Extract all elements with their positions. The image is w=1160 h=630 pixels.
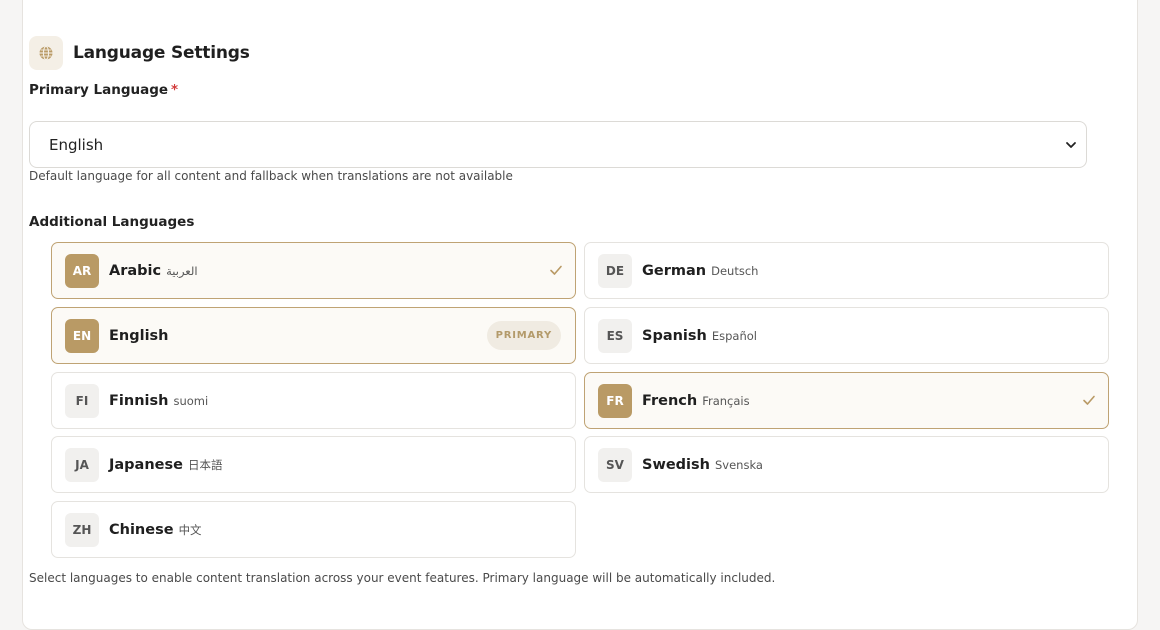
language-name: Swedish <box>642 456 710 473</box>
language-option-finnish[interactable]: FI Finnish suomi <box>51 372 576 429</box>
check-icon <box>550 265 562 275</box>
language-native-name: suomi <box>173 393 209 408</box>
language-option-arabic[interactable]: AR Arabic العربية <box>51 242 576 299</box>
primary-language-value: English <box>49 135 104 154</box>
language-name: English <box>109 327 169 344</box>
globe-icon <box>29 36 63 70</box>
language-code-badge: EN <box>65 318 99 353</box>
language-code-badge: DE <box>598 253 632 288</box>
language-code-badge: SV <box>598 447 632 482</box>
language-option-spanish[interactable]: ES Spanish Español <box>584 307 1109 364</box>
language-name: Japanese <box>109 456 183 473</box>
language-name: Finnish <box>109 392 169 409</box>
language-native-name: Svenska <box>714 457 763 472</box>
language-code-badge: FI <box>65 383 99 418</box>
language-name: French <box>642 392 698 409</box>
language-native-name: Español <box>711 328 757 343</box>
language-native-name: 中文 <box>178 522 202 537</box>
language-option-swedish[interactable]: SV Swedish Svenska <box>584 436 1109 493</box>
language-code-badge: AR <box>65 253 99 288</box>
language-name: German <box>642 262 707 279</box>
language-code-badge: ZH <box>65 512 99 547</box>
language-native-name: العربية <box>166 263 198 278</box>
language-option-french[interactable]: FR French Français <box>584 372 1109 429</box>
language-option-japanese[interactable]: JA Japanese 日本語 <box>51 436 576 493</box>
language-option-english[interactable]: EN English PRIMARY <box>51 307 576 364</box>
language-name: Arabic <box>109 262 162 279</box>
section-header: Language Settings <box>29 36 250 70</box>
primary-language-select[interactable]: English <box>29 121 1087 168</box>
required-mark: * <box>171 82 179 98</box>
language-code-badge: ES <box>598 318 632 353</box>
language-code-badge: FR <box>598 383 632 418</box>
additional-languages-label: Additional Languages <box>29 214 195 230</box>
section-title: Language Settings <box>73 43 250 63</box>
language-native-name: 日本語 <box>187 457 223 472</box>
primary-language-label: Primary Language * <box>29 82 178 98</box>
language-option-chinese[interactable]: ZH Chinese 中文 <box>51 501 576 558</box>
language-name: Chinese <box>109 521 174 538</box>
language-native-name: Français <box>702 393 750 408</box>
chevron-down-icon <box>1066 142 1076 148</box>
primary-badge: PRIMARY <box>486 321 561 350</box>
language-name: Spanish <box>642 327 707 344</box>
language-native-name: Deutsch <box>711 263 759 278</box>
primary-language-label-text: Primary Language <box>29 82 169 98</box>
language-option-german[interactable]: DE German Deutsch <box>584 242 1109 299</box>
language-code-badge: JA <box>65 447 99 482</box>
additional-languages-help: Select languages to enable content trans… <box>29 571 776 585</box>
primary-language-help: Default language for all content and fal… <box>29 169 513 183</box>
check-icon <box>1083 395 1095 405</box>
